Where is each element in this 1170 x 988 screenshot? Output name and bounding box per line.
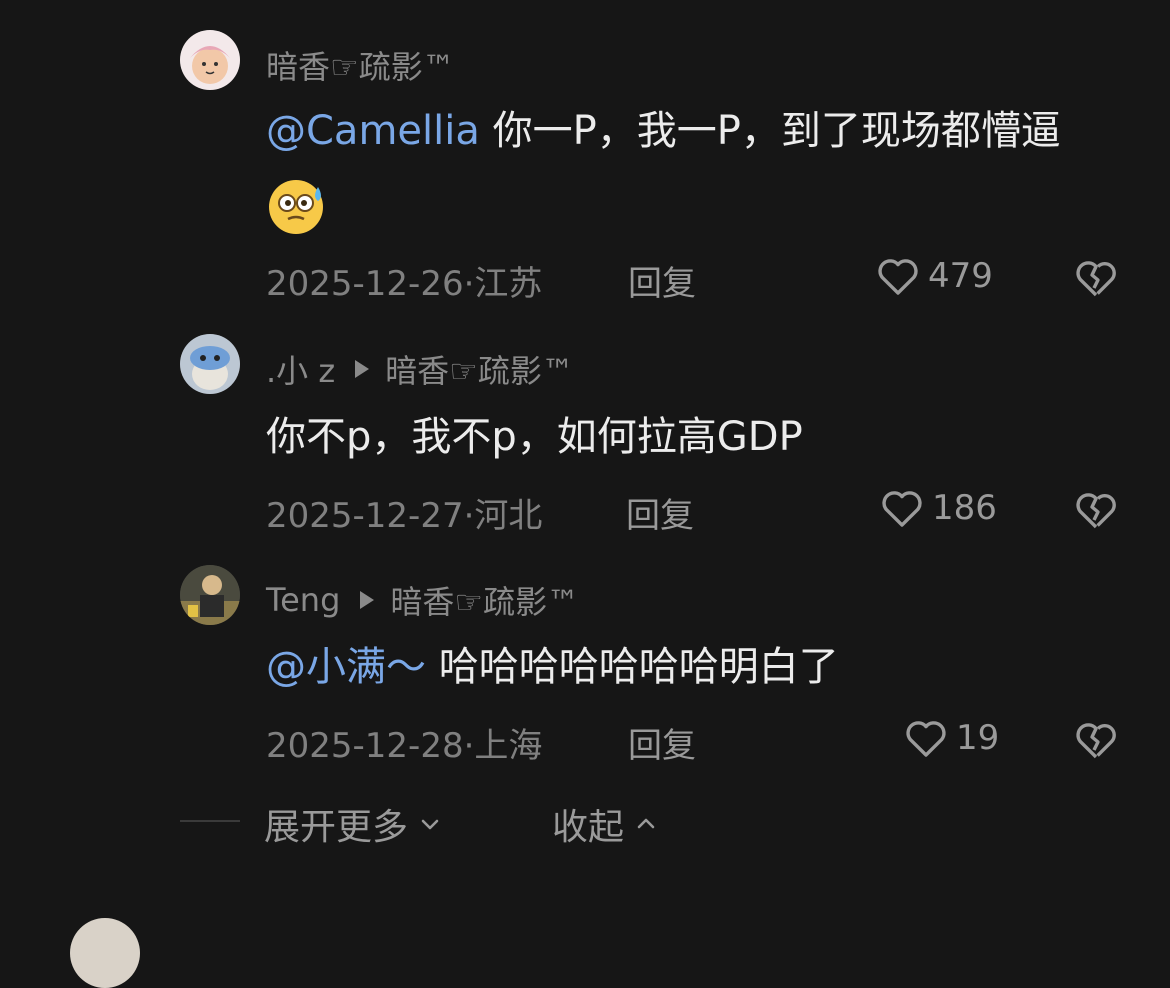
mention-link[interactable]: @Camellia	[266, 108, 480, 154]
like-count: 479	[928, 256, 993, 296]
reply-button[interactable]: 回复	[628, 718, 696, 767]
reply-arrow-icon	[360, 591, 375, 609]
comment-body: 你一P，我一P，到了现场都懵逼	[479, 108, 1061, 154]
divider-line	[180, 820, 240, 822]
username-text[interactable]: Teng	[266, 581, 340, 619]
comment-text: @Camellia 你一P，我一P，到了现场都懵逼	[266, 104, 1061, 158]
mention-link[interactable]: @小满～	[266, 644, 426, 690]
like-button[interactable]: 19	[902, 714, 999, 762]
broken-heart-icon[interactable]	[1072, 716, 1120, 764]
collapse-label: 收起	[552, 807, 625, 848]
chevron-down-icon	[421, 819, 439, 830]
reply-button[interactable]: 回复	[628, 256, 696, 305]
broken-heart-icon[interactable]	[1072, 254, 1120, 302]
heart-icon	[882, 491, 922, 527]
avatar[interactable]	[180, 30, 240, 90]
reply-to-username[interactable]: 暗香☞疏影™	[385, 346, 574, 392]
comment-text: 你不p，我不p，如何拉高GDP	[266, 410, 803, 464]
avatar[interactable]	[180, 565, 240, 625]
expand-more-button[interactable]: 展开更多	[264, 798, 442, 850]
avatar[interactable]	[180, 334, 240, 394]
username-text[interactable]: .小 z	[266, 346, 335, 392]
comment-body: 哈哈哈哈哈哈哈明白了	[426, 644, 839, 690]
like-count: 19	[956, 718, 1000, 758]
username-text[interactable]: 暗香☞疏影™	[266, 42, 455, 88]
username[interactable]: .小 z 暗香☞疏影™	[266, 346, 574, 392]
date-location: 2025-12-28·上海	[266, 726, 543, 766]
date-location: 2025-12-27·河北	[266, 496, 543, 536]
dizzy-sweat-face-emoji	[269, 180, 323, 234]
collapse-button[interactable]: 收起	[552, 798, 658, 850]
like-count: 186	[932, 488, 997, 528]
like-button[interactable]: 186	[878, 484, 997, 532]
date-location: 2025-12-26·江苏	[266, 264, 543, 304]
reply-to-username[interactable]: 暗香☞疏影™	[390, 577, 579, 623]
like-button[interactable]: 479	[874, 252, 993, 300]
username[interactable]: 暗香☞疏影™	[266, 42, 455, 88]
heart-icon	[878, 259, 918, 295]
reply-button[interactable]: 回复	[626, 488, 694, 537]
heart-icon	[906, 721, 946, 757]
expand-label: 展开更多	[264, 807, 409, 848]
comment-body: 你不p，我不p，如何拉高GDP	[266, 414, 803, 460]
comment-text: @小满～ 哈哈哈哈哈哈哈明白了	[266, 640, 839, 694]
username[interactable]: Teng 暗香☞疏影™	[266, 577, 579, 623]
replies-footer: 展开更多 收起	[0, 798, 1170, 848]
broken-heart-icon[interactable]	[1072, 486, 1120, 534]
reply-arrow-icon	[355, 360, 370, 378]
next-comment-avatar[interactable]	[70, 918, 140, 988]
chevron-up-icon	[637, 818, 655, 829]
